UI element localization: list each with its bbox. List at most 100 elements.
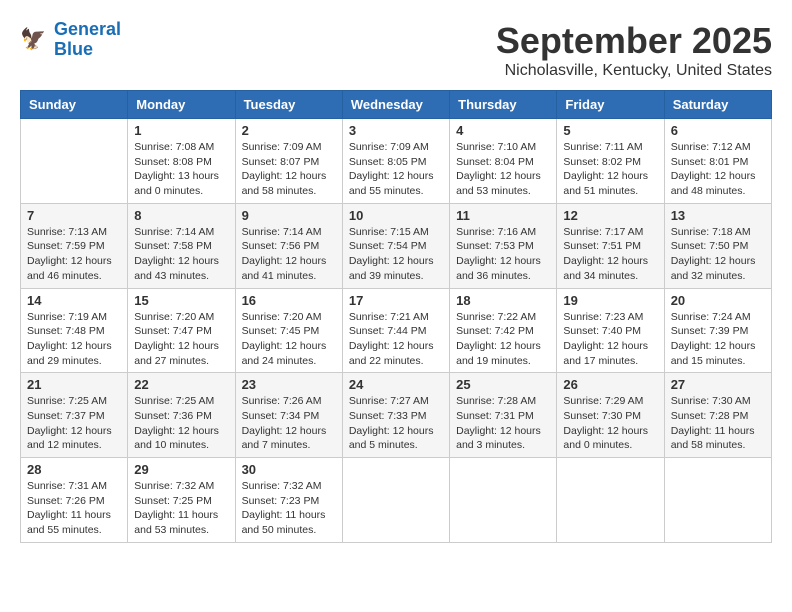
page-header: 🦅 General Blue September 2025 Nicholasvi… <box>20 20 772 80</box>
calendar-cell: 1 Sunrise: 7:08 AM Sunset: 8:08 PM Daylig… <box>128 119 235 204</box>
day-number: 17 <box>349 293 443 308</box>
day-number: 30 <box>242 462 336 477</box>
day-info: Sunrise: 7:11 AM Sunset: 8:02 PM Dayligh… <box>563 140 657 199</box>
day-number: 16 <box>242 293 336 308</box>
logo-bird-icon: 🦅 <box>20 25 50 55</box>
day-info: Sunrise: 7:10 AM Sunset: 8:04 PM Dayligh… <box>456 140 550 199</box>
calendar-cell: 12Sunrise: 7:17 AM Sunset: 7:51 PM Dayli… <box>557 203 664 288</box>
day-number: 18 <box>456 293 550 308</box>
location: Nicholasville, Kentucky, United States <box>496 62 772 80</box>
day-number: 6 <box>671 123 765 138</box>
day-info: Sunrise: 7:23 AM Sunset: 7:40 PM Dayligh… <box>563 310 657 369</box>
weekday-header-row: SundayMondayTuesdayWednesdayThursdayFrid… <box>21 91 772 119</box>
day-number: 26 <box>563 377 657 392</box>
day-number: 29 <box>134 462 228 477</box>
calendar-cell: 10Sunrise: 7:15 AM Sunset: 7:54 PM Dayli… <box>342 203 449 288</box>
day-info: Sunrise: 7:29 AM Sunset: 7:30 PM Dayligh… <box>563 394 657 453</box>
day-info: Sunrise: 7:27 AM Sunset: 7:33 PM Dayligh… <box>349 394 443 453</box>
calendar-cell: 23Sunrise: 7:26 AM Sunset: 7:34 PM Dayli… <box>235 373 342 458</box>
day-info: Sunrise: 7:32 AM Sunset: 7:23 PM Dayligh… <box>242 479 336 538</box>
weekday-header-sunday: Sunday <box>21 91 128 119</box>
day-info: Sunrise: 7:13 AM Sunset: 7:59 PM Dayligh… <box>27 225 121 284</box>
day-info: Sunrise: 7:20 AM Sunset: 7:47 PM Dayligh… <box>134 310 228 369</box>
day-number: 22 <box>134 377 228 392</box>
day-number: 20 <box>671 293 765 308</box>
day-info: Sunrise: 7:08 AM Sunset: 8:08 PM Dayligh… <box>134 140 228 199</box>
calendar-cell: 17 Sunrise: 7:21 AM Sunset: 7:44 PM Dayli… <box>342 288 449 373</box>
calendar-cell: 14Sunrise: 7:19 AM Sunset: 7:48 PM Dayli… <box>21 288 128 373</box>
day-number: 13 <box>671 208 765 223</box>
weekday-header-monday: Monday <box>128 91 235 119</box>
calendar-cell: 8 Sunrise: 7:14 AM Sunset: 7:58 PM Daylig… <box>128 203 235 288</box>
day-number: 11 <box>456 208 550 223</box>
day-info: Sunrise: 7:20 AM Sunset: 7:45 PM Dayligh… <box>242 310 336 369</box>
calendar-cell <box>664 458 771 543</box>
calendar-cell <box>450 458 557 543</box>
calendar-cell: 22 Sunrise: 7:25 AM Sunset: 7:36 PM Dayli… <box>128 373 235 458</box>
svg-text:🦅: 🦅 <box>20 26 46 51</box>
day-info: Sunrise: 7:25 AM Sunset: 7:37 PM Dayligh… <box>27 394 121 453</box>
day-number: 25 <box>456 377 550 392</box>
day-number: 4 <box>456 123 550 138</box>
day-number: 7 <box>27 208 121 223</box>
calendar-cell: 3Sunrise: 7:09 AM Sunset: 8:05 PM Daylig… <box>342 119 449 204</box>
day-info: Sunrise: 7:25 AM Sunset: 7:36 PM Dayligh… <box>134 394 228 453</box>
day-info: Sunrise: 7:32 AM Sunset: 7:25 PM Dayligh… <box>134 479 228 538</box>
calendar-cell: 21Sunrise: 7:25 AM Sunset: 7:37 PM Dayli… <box>21 373 128 458</box>
calendar-cell: 4 Sunrise: 7:10 AM Sunset: 8:04 PM Daylig… <box>450 119 557 204</box>
calendar-cell <box>342 458 449 543</box>
week-row-2: 7 Sunrise: 7:13 AM Sunset: 7:59 PM Daylig… <box>21 203 772 288</box>
day-number: 5 <box>563 123 657 138</box>
week-row-4: 21Sunrise: 7:25 AM Sunset: 7:37 PM Dayli… <box>21 373 772 458</box>
day-info: Sunrise: 7:17 AM Sunset: 7:51 PM Dayligh… <box>563 225 657 284</box>
day-number: 15 <box>134 293 228 308</box>
day-info: Sunrise: 7:16 AM Sunset: 7:53 PM Dayligh… <box>456 225 550 284</box>
day-info: Sunrise: 7:09 AM Sunset: 8:05 PM Dayligh… <box>349 140 443 199</box>
day-info: Sunrise: 7:21 AM Sunset: 7:44 PM Dayligh… <box>349 310 443 369</box>
calendar-cell: 6 Sunrise: 7:12 AM Sunset: 8:01 PM Daylig… <box>664 119 771 204</box>
calendar-cell: 30 Sunrise: 7:32 AM Sunset: 7:23 PM Dayli… <box>235 458 342 543</box>
day-info: Sunrise: 7:14 AM Sunset: 7:56 PM Dayligh… <box>242 225 336 284</box>
day-number: 28 <box>27 462 121 477</box>
calendar-cell: 9 Sunrise: 7:14 AM Sunset: 7:56 PM Daylig… <box>235 203 342 288</box>
calendar-table: SundayMondayTuesdayWednesdayThursdayFrid… <box>20 90 772 543</box>
day-number: 9 <box>242 208 336 223</box>
calendar-cell: 27Sunrise: 7:30 AM Sunset: 7:28 PM Dayli… <box>664 373 771 458</box>
calendar-cell: 11 Sunrise: 7:16 AM Sunset: 7:53 PM Dayli… <box>450 203 557 288</box>
logo-text: General Blue <box>54 20 121 60</box>
day-number: 10 <box>349 208 443 223</box>
day-number: 8 <box>134 208 228 223</box>
day-number: 23 <box>242 377 336 392</box>
day-info: Sunrise: 7:31 AM Sunset: 7:26 PM Dayligh… <box>27 479 121 538</box>
day-number: 1 <box>134 123 228 138</box>
week-row-5: 28 Sunrise: 7:31 AM Sunset: 7:26 PM Dayli… <box>21 458 772 543</box>
day-number: 2 <box>242 123 336 138</box>
calendar-cell: 26 Sunrise: 7:29 AM Sunset: 7:30 PM Dayli… <box>557 373 664 458</box>
day-info: Sunrise: 7:24 AM Sunset: 7:39 PM Dayligh… <box>671 310 765 369</box>
calendar-cell: 18 Sunrise: 7:22 AM Sunset: 7:42 PM Dayli… <box>450 288 557 373</box>
day-info: Sunrise: 7:18 AM Sunset: 7:50 PM Dayligh… <box>671 225 765 284</box>
title-block: September 2025 Nicholasville, Kentucky, … <box>496 20 772 80</box>
calendar-cell: 29 Sunrise: 7:32 AM Sunset: 7:25 PM Dayli… <box>128 458 235 543</box>
calendar-cell: 15 Sunrise: 7:20 AM Sunset: 7:47 PM Dayli… <box>128 288 235 373</box>
day-info: Sunrise: 7:12 AM Sunset: 8:01 PM Dayligh… <box>671 140 765 199</box>
week-row-1: 1 Sunrise: 7:08 AM Sunset: 8:08 PM Daylig… <box>21 119 772 204</box>
weekday-header-tuesday: Tuesday <box>235 91 342 119</box>
calendar-cell: 16 Sunrise: 7:20 AM Sunset: 7:45 PM Dayli… <box>235 288 342 373</box>
day-number: 24 <box>349 377 443 392</box>
calendar-cell: 24 Sunrise: 7:27 AM Sunset: 7:33 PM Dayli… <box>342 373 449 458</box>
calendar-cell: 28 Sunrise: 7:31 AM Sunset: 7:26 PM Dayli… <box>21 458 128 543</box>
logo: 🦅 General Blue <box>20 20 121 60</box>
day-number: 19 <box>563 293 657 308</box>
day-info: Sunrise: 7:19 AM Sunset: 7:48 PM Dayligh… <box>27 310 121 369</box>
day-info: Sunrise: 7:14 AM Sunset: 7:58 PM Dayligh… <box>134 225 228 284</box>
weekday-header-wednesday: Wednesday <box>342 91 449 119</box>
week-row-3: 14Sunrise: 7:19 AM Sunset: 7:48 PM Dayli… <box>21 288 772 373</box>
day-number: 27 <box>671 377 765 392</box>
weekday-header-saturday: Saturday <box>664 91 771 119</box>
day-info: Sunrise: 7:09 AM Sunset: 8:07 PM Dayligh… <box>242 140 336 199</box>
month-title: September 2025 <box>496 20 772 62</box>
calendar-cell: 13 Sunrise: 7:18 AM Sunset: 7:50 PM Dayli… <box>664 203 771 288</box>
calendar-cell <box>21 119 128 204</box>
day-info: Sunrise: 7:22 AM Sunset: 7:42 PM Dayligh… <box>456 310 550 369</box>
